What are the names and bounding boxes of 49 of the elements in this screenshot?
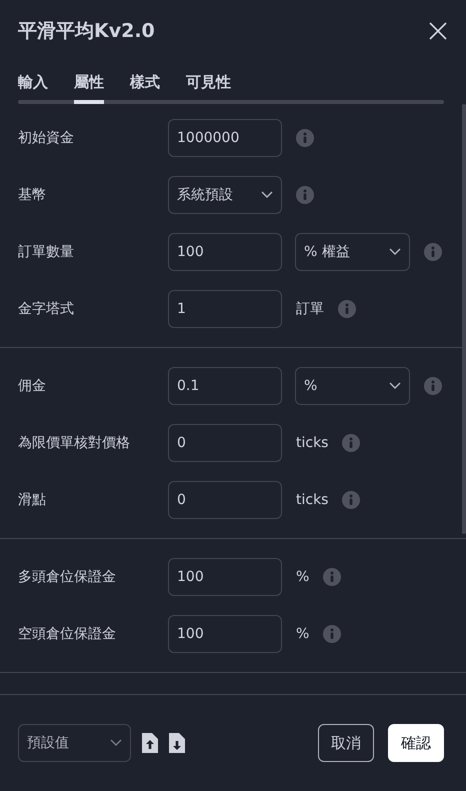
info-icon[interactable] — [424, 242, 442, 260]
input-field[interactable]: 1 — [168, 290, 282, 328]
unit-label: % — [296, 568, 310, 584]
input-field[interactable]: 100 — [168, 232, 282, 270]
chevron-down-icon — [110, 739, 122, 747]
dropdown[interactable]: % 權益 — [295, 232, 410, 270]
input-field[interactable]: 100 — [168, 614, 282, 652]
input-field[interactable]: 0.1 — [168, 366, 282, 404]
field-label: 基幣 — [18, 186, 47, 204]
info-icon[interactable] — [338, 300, 356, 318]
cancel-button[interactable]: 取消 — [318, 724, 374, 762]
dropdown[interactable]: 系統預設 — [168, 176, 282, 214]
input-field[interactable]: 1000000 — [168, 118, 282, 156]
chevron-down-icon — [389, 382, 401, 390]
tab[interactable]: 輸入 — [18, 73, 48, 104]
tab[interactable]: 樣式 — [130, 73, 160, 104]
field-label: 空頭倉位保證金 — [18, 624, 117, 642]
input-field[interactable]: 0 — [168, 480, 282, 518]
field-label: 金字塔式 — [18, 300, 75, 318]
unit-label: % — [296, 626, 310, 642]
download-file-icon[interactable] — [169, 733, 185, 753]
info-icon[interactable] — [296, 128, 314, 146]
unit-label: 訂單 — [296, 300, 324, 318]
field-label: 佣金 — [18, 376, 47, 394]
info-icon[interactable] — [342, 490, 360, 508]
info-icon[interactable] — [296, 186, 314, 204]
info-icon[interactable] — [424, 376, 442, 394]
preset-dropdown[interactable]: 預設值 — [18, 724, 131, 762]
unit-label: ticks — [296, 434, 328, 450]
info-icon[interactable] — [323, 568, 342, 586]
input-field[interactable]: 0 — [168, 424, 282, 462]
field-label: 多頭倉位保證金 — [18, 568, 117, 586]
chevron-down-icon — [261, 190, 273, 198]
unit-label: ticks — [296, 492, 328, 508]
chevron-down-icon — [389, 248, 401, 256]
upload-file-icon[interactable] — [142, 733, 158, 753]
dialog-title: 平滑平均Kv2.0 — [18, 19, 155, 44]
scrollbar[interactable] — [462, 104, 466, 534]
close-icon[interactable] — [428, 21, 448, 41]
dropdown[interactable]: % — [295, 366, 410, 404]
field-label: 為限價單核對價格 — [18, 434, 131, 452]
info-icon[interactable] — [342, 434, 360, 452]
field-label: 訂單數量 — [18, 242, 75, 260]
field-label: 初始資金 — [18, 128, 75, 146]
field-label: 滑點 — [18, 490, 47, 508]
tab[interactable]: 可見性 — [186, 73, 231, 104]
confirm-button[interactable]: 確認 — [388, 724, 444, 762]
input-field[interactable]: 100 — [168, 558, 282, 596]
info-icon[interactable] — [323, 624, 342, 642]
